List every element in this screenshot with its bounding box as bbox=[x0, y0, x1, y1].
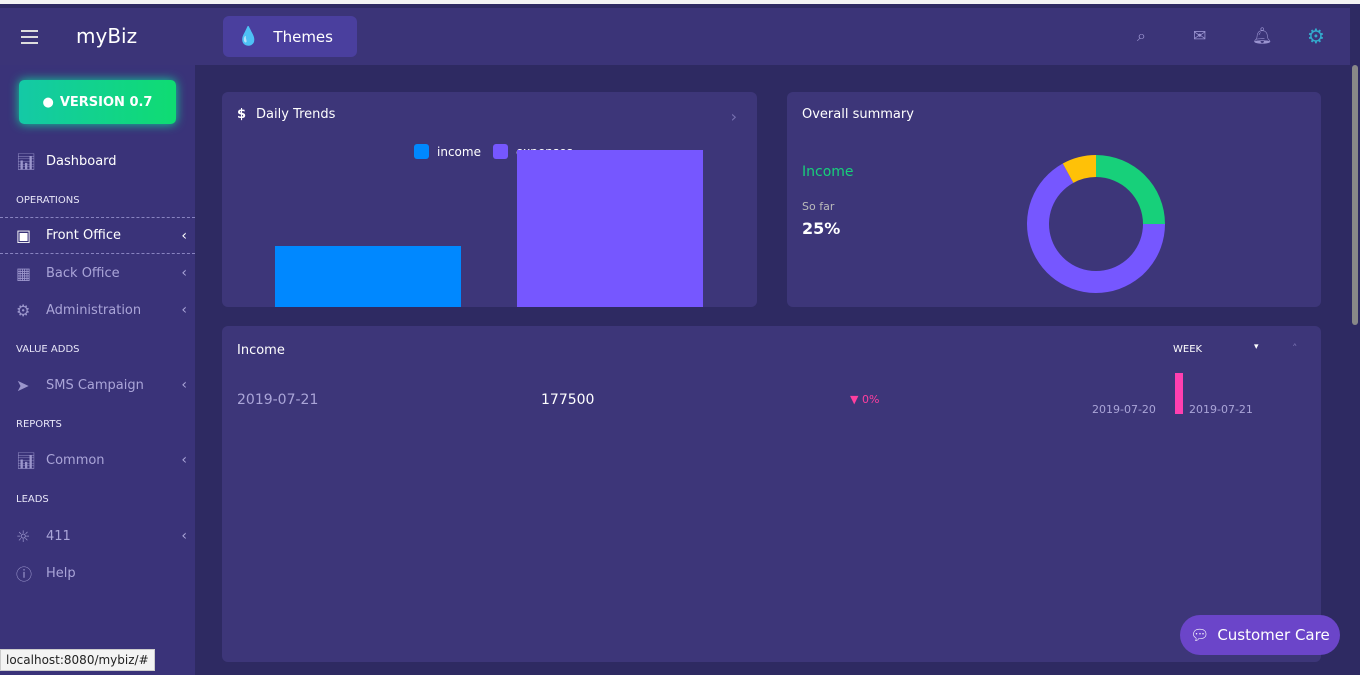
sidebar-item-common[interactable]: 📊︎ Common ‹ bbox=[0, 445, 195, 475]
sidebar-item-dashboard[interactable]: 📊︎ Dashboard bbox=[0, 146, 195, 176]
sidebar: ● VERSION 0.7 📊︎ Dashboard OPERATIONS ▣ Fro… bbox=[0, 65, 195, 675]
donut-slice-0 bbox=[1096, 155, 1165, 224]
tick-label: 2019-07-21 bbox=[1189, 403, 1253, 416]
grid-icon: ▦ bbox=[16, 263, 32, 283]
chevron-left-icon: ‹ bbox=[181, 377, 187, 393]
mail-icon[interactable]: ✉ bbox=[1193, 26, 1206, 45]
card-title: $ Daily Trends bbox=[237, 107, 335, 122]
search-icon[interactable]: ⌕ bbox=[1137, 26, 1146, 46]
droplet-icon: 💧 bbox=[237, 26, 260, 47]
sidebar-item-help[interactable]: ⓘ Help bbox=[0, 558, 195, 588]
title: Daily Trends bbox=[256, 107, 336, 122]
label: SMS Campaign bbox=[46, 377, 144, 393]
section-reports: REPORTS bbox=[16, 419, 62, 430]
github-icon: ● bbox=[42, 94, 54, 110]
chart-icon: 📊︎ bbox=[16, 151, 37, 171]
send-icon: ➤ bbox=[16, 375, 30, 395]
chevron-left-icon: ‹ bbox=[181, 302, 187, 318]
period-select[interactable]: WEEK bbox=[1173, 344, 1202, 355]
sidebar-item-back-office[interactable]: ▦ Back Office ‹ bbox=[0, 258, 195, 288]
sidebar-item-411[interactable]: ☼ 411 ‹ bbox=[0, 521, 195, 551]
status-url: localhost:8080/mybiz/# bbox=[0, 649, 155, 671]
bell-icon[interactable]: 🔔︎ bbox=[1252, 26, 1272, 45]
themes-button[interactable]: 💧 Themes bbox=[223, 16, 357, 57]
avatar[interactable]: ⚙ bbox=[1307, 24, 1325, 48]
donut-chart bbox=[1027, 155, 1165, 293]
income-date: 2019-07-21 bbox=[237, 392, 319, 408]
top-bar: myBiz 💧 Themes ⌕ ✉ 🔔︎ ⚙ bbox=[0, 8, 1350, 65]
chart-icon: 📊︎ bbox=[16, 450, 37, 470]
legend-swatch-expenses bbox=[492, 144, 508, 159]
income-change: ▼ 0% bbox=[850, 393, 879, 406]
lightbulb-icon: ☼ bbox=[16, 526, 31, 546]
chevron-left-icon: ‹ bbox=[181, 227, 187, 244]
legend-income: income bbox=[437, 144, 481, 159]
chat-icon: 💬︎ bbox=[1190, 626, 1210, 644]
bar-income bbox=[275, 246, 461, 307]
bar-expenses bbox=[517, 150, 703, 307]
gear-icon: ⚙ bbox=[16, 300, 31, 320]
menu-icon[interactable] bbox=[21, 30, 38, 48]
label: Common bbox=[46, 452, 105, 468]
summary-value: 25% bbox=[802, 219, 841, 238]
section-leads: LEADS bbox=[16, 494, 49, 505]
version-button[interactable]: ● VERSION 0.7 bbox=[19, 80, 176, 124]
label: Administration bbox=[46, 302, 142, 318]
section-value-adds: VALUE ADDS bbox=[16, 344, 80, 355]
summary-label: Income bbox=[802, 164, 854, 180]
chevron-left-icon: ‹ bbox=[181, 265, 187, 281]
help-icon: ⓘ bbox=[16, 565, 33, 584]
chevron-left-icon: ‹ bbox=[181, 452, 187, 468]
brand-logo[interactable]: myBiz bbox=[76, 24, 137, 48]
legend-swatch-income bbox=[414, 144, 429, 159]
tick-label: 2019-07-20 bbox=[1092, 403, 1156, 416]
section-operations: OPERATIONS bbox=[16, 195, 80, 206]
label: Back Office bbox=[46, 265, 120, 281]
label: Dashboard bbox=[46, 153, 117, 169]
sidebar-item-administration[interactable]: ⚙ Administration ‹ bbox=[0, 295, 195, 325]
card-title: Income bbox=[237, 343, 285, 358]
version-label: VERSION 0.7 bbox=[59, 94, 153, 110]
label: 411 bbox=[46, 528, 71, 544]
change-value: 0% bbox=[861, 393, 880, 406]
caret-down-icon: ▼ bbox=[850, 393, 859, 406]
collapse-icon[interactable]: ˄ bbox=[1292, 342, 1298, 355]
chevron-right-icon[interactable]: › bbox=[731, 107, 737, 126]
customer-care-label: Customer Care bbox=[1217, 626, 1330, 644]
daily-trends-card: $Daily Trends › income expenses bbox=[222, 92, 757, 307]
income-bar bbox=[1175, 373, 1183, 414]
sidebar-item-front-office[interactable]: ▣ Front Office ‹ bbox=[0, 217, 195, 254]
card-title: Overall summary bbox=[802, 107, 914, 122]
summary-sub: So far bbox=[802, 200, 835, 213]
window-icon: ▣ bbox=[16, 226, 32, 245]
label: Help bbox=[46, 565, 76, 581]
themes-label: Themes bbox=[273, 27, 333, 46]
label: Front Office bbox=[46, 228, 121, 243]
income-amount: 177500 bbox=[541, 392, 595, 408]
caret-down-icon[interactable]: ▾ bbox=[1254, 342, 1259, 352]
customer-care-button[interactable]: 💬︎ Customer Care bbox=[1180, 615, 1340, 655]
chevron-left-icon: ‹ bbox=[181, 528, 187, 544]
scrollbar[interactable] bbox=[1350, 65, 1360, 675]
income-card: Income WEEK ▾ ˄ 2019-07-21 177500 ▼ 0% 2… bbox=[222, 326, 1321, 662]
dollar-icon: $ bbox=[237, 107, 247, 122]
overall-summary-card: Overall summary Income So far 25% bbox=[787, 92, 1321, 307]
sidebar-item-sms-campaign[interactable]: ➤ SMS Campaign ‹ bbox=[0, 370, 195, 400]
